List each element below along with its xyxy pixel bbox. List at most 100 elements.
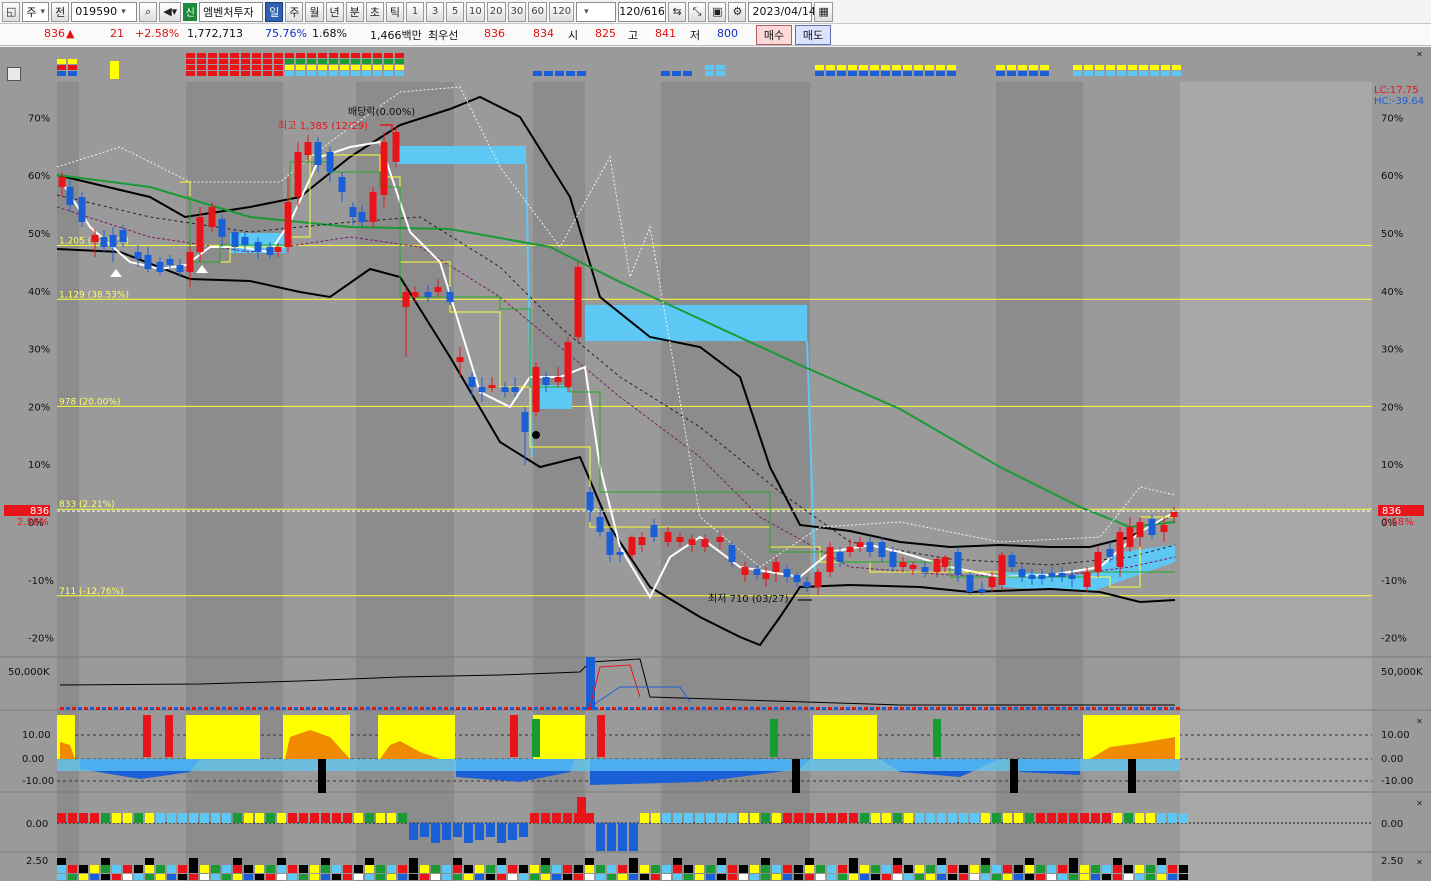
- signal-marker: [68, 65, 77, 70]
- candle-body: [966, 575, 974, 592]
- search-icon[interactable]: ⌕: [139, 1, 158, 22]
- close-icon[interactable]: ✕: [1415, 717, 1424, 726]
- interval-60[interactable]: 60: [528, 1, 547, 22]
- period-minute[interactable]: 분: [345, 1, 364, 22]
- signal-marker: [263, 71, 272, 76]
- osc2-bar: [552, 813, 561, 823]
- signal-marker: [947, 71, 956, 76]
- date-field[interactable]: 2023/04/14: [748, 1, 816, 22]
- osc2-bar: [1091, 813, 1100, 823]
- chart-tools-icon[interactable]: ⤡: [688, 1, 707, 22]
- osc2-bar: [684, 813, 693, 823]
- speaker-icon[interactable]: ◀▾: [159, 1, 182, 22]
- osc2-bar: [354, 813, 363, 823]
- candle-body: [728, 545, 736, 562]
- close-icon[interactable]: ✕: [1415, 858, 1424, 867]
- signal-marker: [263, 65, 272, 70]
- osc3-bar: [607, 865, 616, 873]
- osc3-bar: [1014, 874, 1023, 880]
- save-icon[interactable]: ▣: [708, 1, 727, 22]
- osc3-bar: [904, 865, 913, 873]
- prev-button[interactable]: 전: [51, 1, 70, 22]
- close-icon[interactable]: ✕: [1415, 799, 1424, 808]
- osc3-bar: [1047, 874, 1056, 880]
- calendar-icon[interactable]: ▦: [814, 1, 833, 22]
- period-tick[interactable]: 틱: [385, 1, 405, 22]
- volume-bar: [432, 707, 436, 710]
- interval-5[interactable]: 5: [446, 1, 465, 22]
- osc2-bar: [332, 813, 341, 823]
- candle-body: [954, 552, 962, 575]
- volume-bar: [192, 707, 196, 710]
- period-week[interactable]: 주: [285, 1, 304, 22]
- volume-bar: [78, 707, 82, 710]
- candlestick-chart[interactable]: 70% 70% 60% 60% 50% 50% 40% 40% 30% 30% 20% 20% 10% 1…: [0, 47, 1431, 881]
- compare-icon[interactable]: ⇆: [668, 1, 687, 22]
- interval-10[interactable]: 10: [466, 1, 485, 22]
- osc3-bar: [1091, 865, 1100, 873]
- osc2-bar: [904, 813, 913, 823]
- indicator-list-icon[interactable]: [7, 67, 21, 81]
- signal-marker: [373, 65, 382, 70]
- osc3-bar: [156, 865, 165, 873]
- buy-button[interactable]: 매수: [756, 25, 792, 45]
- volume-bar: [282, 707, 286, 710]
- code-input[interactable]: 019590: [71, 1, 138, 22]
- sell-button[interactable]: 매도: [795, 25, 831, 45]
- osc2-bar: [79, 813, 88, 823]
- osc2-bar: [299, 813, 308, 823]
- period-month[interactable]: 월: [305, 1, 324, 22]
- volume-bar: [252, 707, 256, 710]
- volume-bar: [396, 707, 400, 710]
- osc3-bar: [332, 874, 341, 880]
- signal-marker: [947, 65, 956, 70]
- osc3-bar: [134, 865, 143, 873]
- interval-30[interactable]: 30: [507, 1, 527, 22]
- interval-120[interactable]: 120: [548, 1, 575, 22]
- volume-bar: [726, 707, 730, 710]
- data-count-field[interactable]: 120/616: [618, 1, 667, 22]
- market-select[interactable]: 주: [22, 1, 50, 22]
- volume-bar: [1170, 707, 1174, 710]
- pct-tick-left: 50%: [28, 229, 50, 240]
- volume-bar: [822, 707, 826, 710]
- period-day[interactable]: 일: [265, 1, 284, 22]
- high-label: 고: [628, 29, 639, 42]
- volume-bar: [1140, 707, 1144, 710]
- signal-marker: [826, 71, 835, 76]
- volume-bar: [456, 707, 460, 710]
- signal-marker: [351, 53, 360, 58]
- osc-highlight: [186, 715, 260, 759]
- osc-highlight: [813, 715, 877, 759]
- window-icon[interactable]: ◱: [2, 1, 21, 22]
- volume-bar: [1128, 707, 1132, 710]
- osc2-bar: [145, 813, 154, 823]
- volume-bar: [1056, 707, 1060, 710]
- signal-marker: [859, 65, 868, 70]
- osc3-bar: [497, 858, 506, 865]
- volume-bar: [756, 707, 760, 710]
- candle-body: [741, 567, 749, 575]
- dividend-annotation: 배당락(0.00%): [348, 106, 415, 118]
- chart-area[interactable]: 70% 70% 60% 60% 50% 50% 40% 40% 30% 30% 20% 20% 10% 1…: [0, 47, 1431, 881]
- gear-icon[interactable]: ⚙: [728, 1, 747, 22]
- pct-tick-left: 40%: [28, 287, 50, 298]
- signal-marker: [892, 65, 901, 70]
- osc3-bar: [222, 865, 231, 873]
- period-year[interactable]: 년: [325, 1, 344, 22]
- candle-body: [793, 575, 801, 582]
- close-icon[interactable]: ✕: [1415, 50, 1424, 59]
- candle-body: [284, 202, 292, 247]
- interval-20[interactable]: 20: [486, 1, 506, 22]
- osc3-bar: [1080, 865, 1089, 873]
- candle-body: [424, 292, 432, 297]
- volume-bar: [228, 707, 232, 710]
- osc3-bar: [618, 874, 627, 880]
- period-second[interactable]: 초: [365, 1, 384, 22]
- volume-bar: [924, 707, 928, 710]
- interval-1[interactable]: 1: [406, 1, 425, 22]
- candle-body: [616, 552, 624, 555]
- interval-custom-select[interactable]: [576, 1, 617, 22]
- interval-3[interactable]: 3: [426, 1, 445, 22]
- osc3-bar: [299, 865, 308, 873]
